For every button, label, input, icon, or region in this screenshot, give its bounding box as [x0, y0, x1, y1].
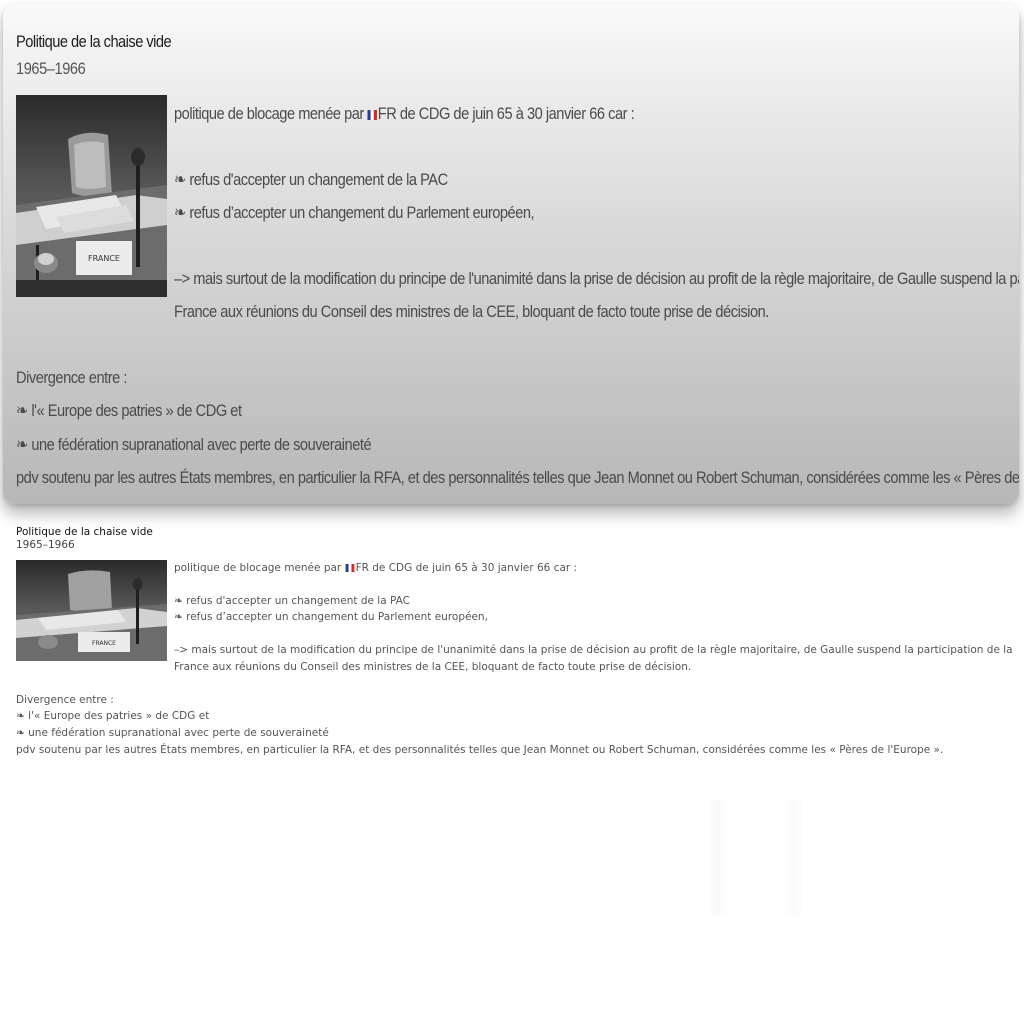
france-flag-icon [367, 109, 377, 120]
arrow-line-2-small: France aux réunions du Conseil des minis… [174, 661, 692, 673]
note-years-small: 1965–1966 [16, 539, 75, 551]
closing-line-small: pdv soutenu par les autres États membres… [16, 744, 944, 756]
arrow-line-2: France aux réunions du Conseil des minis… [174, 302, 769, 321]
refusal-item-parliament: ❧ refus d’accepter un changement du Parl… [174, 203, 535, 222]
refusal-item-parliament-small: ❧ refus d’accepter un changement du Parl… [174, 611, 488, 623]
arrow-line-1-small: –> mais surtout de la modification du pr… [174, 644, 1013, 656]
empty-chair-photo-small: FRANCE [16, 560, 167, 661]
refusal-item-pac-small: ❧ refus d'accepter un changement de la P… [174, 595, 410, 607]
divergence-heading: Divergence entre : [16, 368, 127, 387]
intro-line: politique de blocage menée par FR de CDG… [174, 104, 635, 123]
closing-line: pdv soutenu par les autres États membres… [16, 468, 1019, 487]
intro-line-small: politique de blocage menée par FR de CDG… [174, 562, 578, 574]
zoomed-note-card: Politique de la chaise vide 1965–1966 FR… [3, 4, 1019, 504]
faint-overlay-artifact [708, 800, 804, 915]
divergence-item-federation-small: ❧ une fédération supranational avec pert… [16, 727, 329, 739]
sign-label: FRANCE [88, 254, 120, 263]
empty-chair-photo: FRANCE [16, 95, 167, 297]
divergence-item-patries: ❧ l'« Europe des patries » de CDG et [16, 401, 242, 420]
divergence-item-patries-small: ❧ l'« Europe des patries » de CDG et [16, 710, 210, 722]
note-title: Politique de la chaise vide [16, 32, 172, 51]
france-flag-icon [345, 564, 354, 572]
refusal-item-pac: ❧ refus d'accepter un changement de la P… [174, 170, 448, 189]
note-title-small: Politique de la chaise vide [16, 526, 153, 538]
divergence-item-federation: ❧ une fédération supranational avec pert… [16, 435, 372, 454]
divergence-heading-small: Divergence entre : [16, 694, 114, 706]
note-years: 1965–1966 [16, 59, 86, 78]
sign-label-small: FRANCE [92, 640, 116, 647]
arrow-line-1: –> mais surtout de la modification du pr… [174, 269, 1019, 288]
